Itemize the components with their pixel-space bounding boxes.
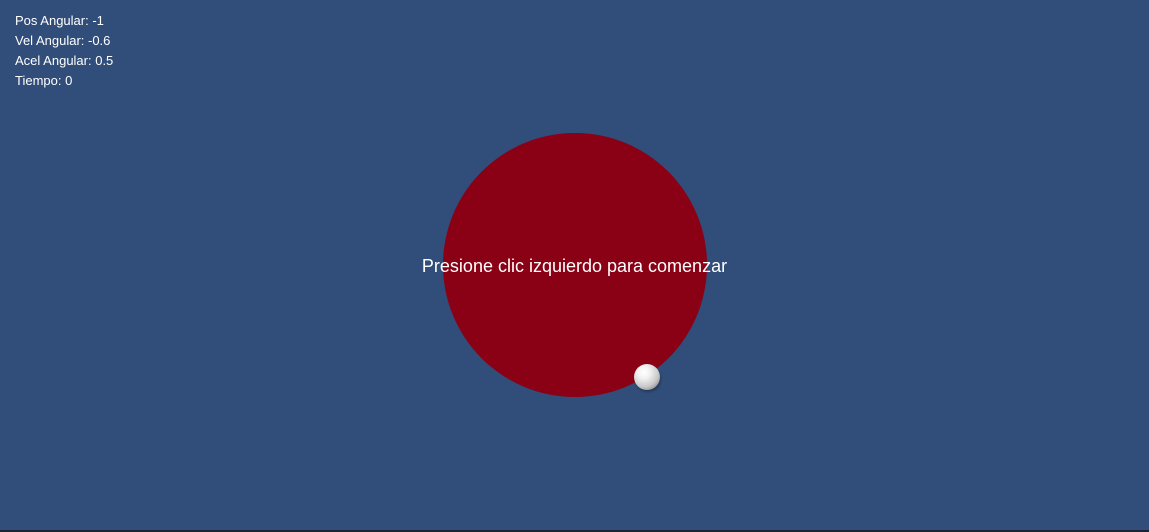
angular-position-readout: Pos Angular: -1 [15,13,104,28]
white-sphere [634,364,660,390]
start-prompt: Presione clic izquierdo para comenzar [421,256,728,276]
angular-velocity-readout: Vel Angular: -0.6 [15,33,111,48]
angular-acceleration-readout: Acel Angular: 0.5 [15,53,114,68]
hud-stats: Pos Angular: -1 Vel Angular: -0.6 Acel A… [15,11,113,91]
game-viewport[interactable]: Pos Angular: -1 Vel Angular: -0.6 Acel A… [0,0,1149,530]
time-readout: Tiempo: 0 [15,73,73,88]
